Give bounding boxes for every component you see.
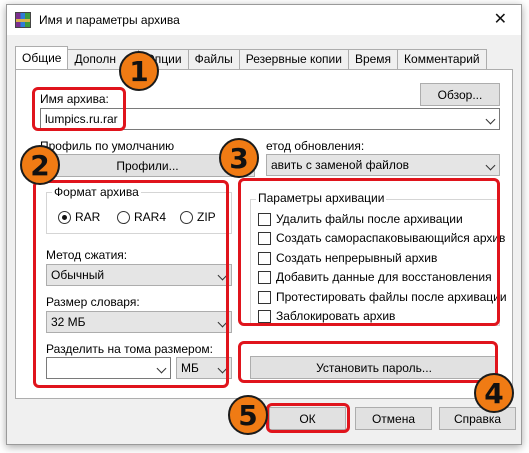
chevron-down-icon (217, 317, 228, 328)
options-group-title: Параметры архивации (256, 191, 387, 205)
checkbox-label: Создать самораспаковывающийся архив (276, 231, 506, 245)
checkbox-label: Создать непрерывный архив (276, 251, 438, 265)
split-label: Разделить на тома размером: (46, 342, 213, 356)
ok-button[interactable]: ОК (269, 407, 346, 430)
checkbox[interactable] (258, 290, 271, 304)
checkbox[interactable] (258, 309, 271, 323)
tab-comment[interactable]: Комментарий (397, 49, 487, 69)
compression-label: Метод сжатия: (46, 248, 128, 262)
dictionary-value: 32 МБ (51, 315, 86, 329)
general-panel: Обзор... Имя архива: lumpics.ru.rar Проф… (15, 69, 513, 399)
annotation-badge-3: 3 (219, 138, 259, 178)
chevron-down-icon (217, 270, 228, 281)
update-method-label: етод обновления: (266, 139, 365, 153)
tab-time[interactable]: Время (347, 49, 399, 69)
chevron-down-icon (485, 160, 496, 171)
default-profile-label: Профиль по умолчанию (40, 139, 175, 153)
archive-name-label: Имя архива: (40, 92, 109, 106)
dictionary-select[interactable]: 32 МБ (46, 311, 232, 333)
update-method-select[interactable]: авить с заменой файлов (266, 154, 500, 176)
checkbox-label: Добавить данные для восстановления (276, 270, 492, 284)
checkbox[interactable] (258, 251, 271, 265)
dialog-window: Имя и параметры архива ✕ Общие Дополн Оп… (6, 4, 522, 445)
annotation-badge-5: 5 (228, 395, 268, 435)
compression-select[interactable]: Обычный (46, 264, 232, 286)
radio-zip-label: ZIP (197, 210, 216, 224)
winrar-icon (15, 12, 31, 28)
checkbox-lock[interactable]: Заблокировать архив (258, 309, 395, 323)
checkbox-solid[interactable]: Создать непрерывный архив (258, 251, 437, 265)
tab-backup[interactable]: Резервные копии (238, 49, 349, 69)
radio-rar[interactable]: RAR (58, 210, 100, 224)
checkbox[interactable] (258, 270, 271, 284)
compression-value: Обычный (51, 268, 105, 282)
radio-rar4[interactable]: RAR4 (117, 210, 166, 224)
radio-button[interactable] (117, 210, 130, 224)
browse-button[interactable]: Обзор... (420, 83, 500, 106)
chevron-down-icon[interactable] (156, 363, 167, 374)
checkbox[interactable] (258, 212, 271, 226)
tab-general[interactable]: Общие (15, 46, 69, 69)
chevron-down-icon[interactable] (485, 114, 496, 125)
help-button[interactable]: Справка (439, 407, 516, 430)
checkbox-recovery[interactable]: Добавить данные для восстановления (258, 270, 492, 284)
tab-bar: Общие Дополн Опции Файлы Резервные копии… (15, 46, 487, 69)
radio-button[interactable] (180, 210, 193, 224)
chevron-down-icon (217, 363, 228, 374)
set-password-button[interactable]: Установить пароль... (250, 356, 498, 379)
title-bar: Имя и параметры архива ✕ (7, 5, 521, 35)
update-method-value: авить с заменой файлов (271, 158, 410, 172)
split-unit-value: МБ (181, 361, 199, 375)
split-size-input[interactable] (46, 357, 171, 379)
checkbox-test[interactable]: Протестировать файлы после архивации (258, 290, 507, 304)
checkbox-sfx[interactable]: Создать самораспаковывающийся архив (258, 231, 505, 245)
checkbox-label: Удалить файлы после архивации (276, 212, 463, 226)
annotation-badge-4: 4 (474, 373, 514, 413)
window-title: Имя и параметры архива (39, 13, 180, 27)
radio-zip[interactable]: ZIP (180, 210, 216, 224)
checkbox-label: Заблокировать архив (276, 309, 396, 323)
annotation-badge-2: 2 (20, 145, 60, 185)
checkbox-label: Протестировать файлы после архивации (276, 290, 507, 304)
radio-button[interactable] (58, 210, 71, 224)
radio-rar4-label: RAR4 (134, 210, 167, 224)
cancel-button[interactable]: Отмена (355, 407, 432, 430)
format-group-title: Формат архива (52, 185, 141, 199)
split-unit-select[interactable]: МБ (176, 357, 232, 379)
close-icon[interactable]: ✕ (494, 9, 507, 29)
tab-files[interactable]: Файлы (187, 49, 240, 69)
archive-name-input[interactable]: lumpics.ru.rar (40, 108, 500, 130)
radio-rar-label: RAR (75, 210, 101, 224)
checkbox[interactable] (258, 231, 271, 245)
archive-name-value: lumpics.ru.rar (45, 112, 118, 126)
dictionary-label: Размер словаря: (46, 295, 140, 309)
annotation-badge-1: 1 (119, 51, 159, 91)
checkbox-delete-files[interactable]: Удалить файлы после архивации (258, 212, 463, 226)
